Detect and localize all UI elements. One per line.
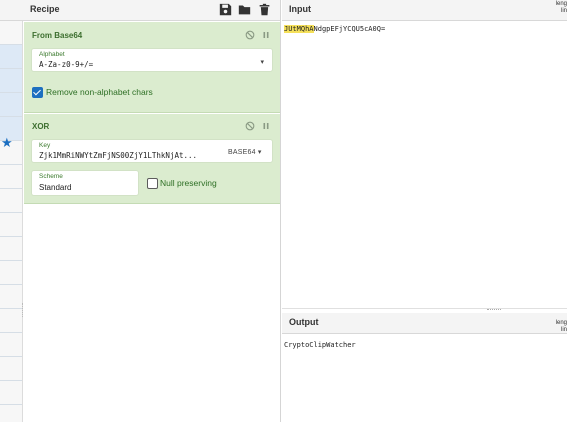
alphabet-field[interactable]: Alphabet A-Za-z0-9+/= ▾ bbox=[32, 49, 272, 71]
output-length-label: leng bbox=[555, 320, 567, 326]
key-label: Key bbox=[39, 142, 51, 149]
disable-icon[interactable] bbox=[245, 121, 255, 131]
input-textarea[interactable]: JUtMQhANdgpEFjYCQU5cA0Q= bbox=[284, 25, 385, 33]
operations-header bbox=[0, 0, 23, 21]
input-highlight: JUtMQhA bbox=[284, 25, 314, 33]
operations-list-item[interactable] bbox=[0, 21, 22, 45]
disable-icon[interactable] bbox=[245, 30, 255, 40]
operations-list-item[interactable] bbox=[0, 69, 22, 93]
operations-list-item[interactable] bbox=[0, 261, 22, 285]
recipe-title: Recipe bbox=[30, 4, 60, 14]
trash-icon[interactable] bbox=[258, 3, 271, 16]
input-stats: leng lin bbox=[556, 1, 567, 15]
alphabet-value: A-Za-z0-9+/= bbox=[39, 60, 94, 69]
key-field[interactable]: Key Zjk1MmRiNWYtZmFjNS00ZjY1LThkNjAt... … bbox=[32, 140, 272, 162]
input-panel: Input leng lin JUtMQhANdgpEFjYCQU5cA0Q= bbox=[282, 0, 567, 308]
remove-non-alphabet-checkbox[interactable] bbox=[32, 87, 43, 98]
operations-list-item[interactable] bbox=[0, 357, 22, 381]
output-stats: leng lin bbox=[556, 320, 567, 334]
recipe-header: Recipe bbox=[23, 0, 280, 21]
operations-list-item[interactable] bbox=[0, 381, 22, 405]
key-encoding-dropdown[interactable]: BASE64 ▾ bbox=[228, 148, 262, 156]
operations-list: ★ bbox=[0, 0, 23, 422]
output-lines-label: lin bbox=[560, 327, 567, 333]
operations-list-item[interactable] bbox=[0, 237, 22, 261]
recipe-panel: Recipe From Base64 Alphabet A-Za-z0-9+/=… bbox=[23, 0, 281, 422]
favourite-star-icon[interactable]: ★ bbox=[1, 136, 13, 150]
operations-list-item[interactable] bbox=[0, 213, 22, 237]
output-panel: Output leng lin CryptoClipWatcher bbox=[282, 313, 567, 422]
operation-title: From Base64 bbox=[32, 31, 83, 40]
input-length-label: leng bbox=[555, 1, 567, 7]
scheme-field[interactable]: Scheme Standard bbox=[32, 171, 138, 195]
chevron-down-icon[interactable]: ▾ bbox=[260, 58, 264, 66]
key-encoding-label: BASE64 bbox=[228, 149, 256, 156]
operations-list-item[interactable] bbox=[0, 285, 22, 309]
remove-non-alphabet-label: Remove non-alphabet chars bbox=[46, 87, 153, 97]
output-title: Output bbox=[289, 317, 319, 327]
operation-xor: XOR Key Zjk1MmRiNWYtZmFjNS00ZjY1LThkNjAt… bbox=[24, 114, 280, 204]
io-splitter[interactable] bbox=[282, 308, 567, 312]
operations-list-item[interactable] bbox=[0, 189, 22, 213]
operation-title: XOR bbox=[32, 122, 50, 131]
null-preserving-label: Null preserving bbox=[160, 178, 217, 188]
operations-list-item[interactable] bbox=[0, 93, 22, 117]
scheme-label: Scheme bbox=[39, 173, 63, 180]
input-text: NdgpEFjYCQU5cA0Q= bbox=[313, 25, 386, 33]
operations-list-item[interactable] bbox=[0, 45, 22, 69]
key-value: Zjk1MmRiNWYtZmFjNS00ZjY1LThkNjAt... bbox=[39, 151, 198, 160]
splitter-grip[interactable] bbox=[487, 309, 501, 310]
alphabet-label: Alphabet bbox=[39, 51, 65, 58]
operations-list-item[interactable] bbox=[0, 333, 22, 357]
operations-list-item[interactable] bbox=[0, 309, 22, 333]
folder-icon[interactable] bbox=[238, 3, 251, 16]
operations-list-item[interactable] bbox=[0, 165, 22, 189]
output-textarea[interactable]: CryptoClipWatcher bbox=[284, 341, 356, 349]
input-lines-label: lin bbox=[560, 8, 567, 14]
save-icon[interactable] bbox=[219, 3, 232, 16]
operation-from-base64: From Base64 Alphabet A-Za-z0-9+/= ▾ Remo… bbox=[24, 22, 280, 113]
output-header: Output leng lin bbox=[282, 313, 567, 334]
scheme-value: Standard bbox=[39, 183, 72, 192]
null-preserving-checkbox[interactable] bbox=[147, 178, 158, 189]
input-title: Input bbox=[289, 4, 311, 14]
input-header: Input leng lin bbox=[282, 0, 567, 21]
pause-icon[interactable] bbox=[261, 30, 271, 40]
pause-icon[interactable] bbox=[261, 121, 271, 131]
